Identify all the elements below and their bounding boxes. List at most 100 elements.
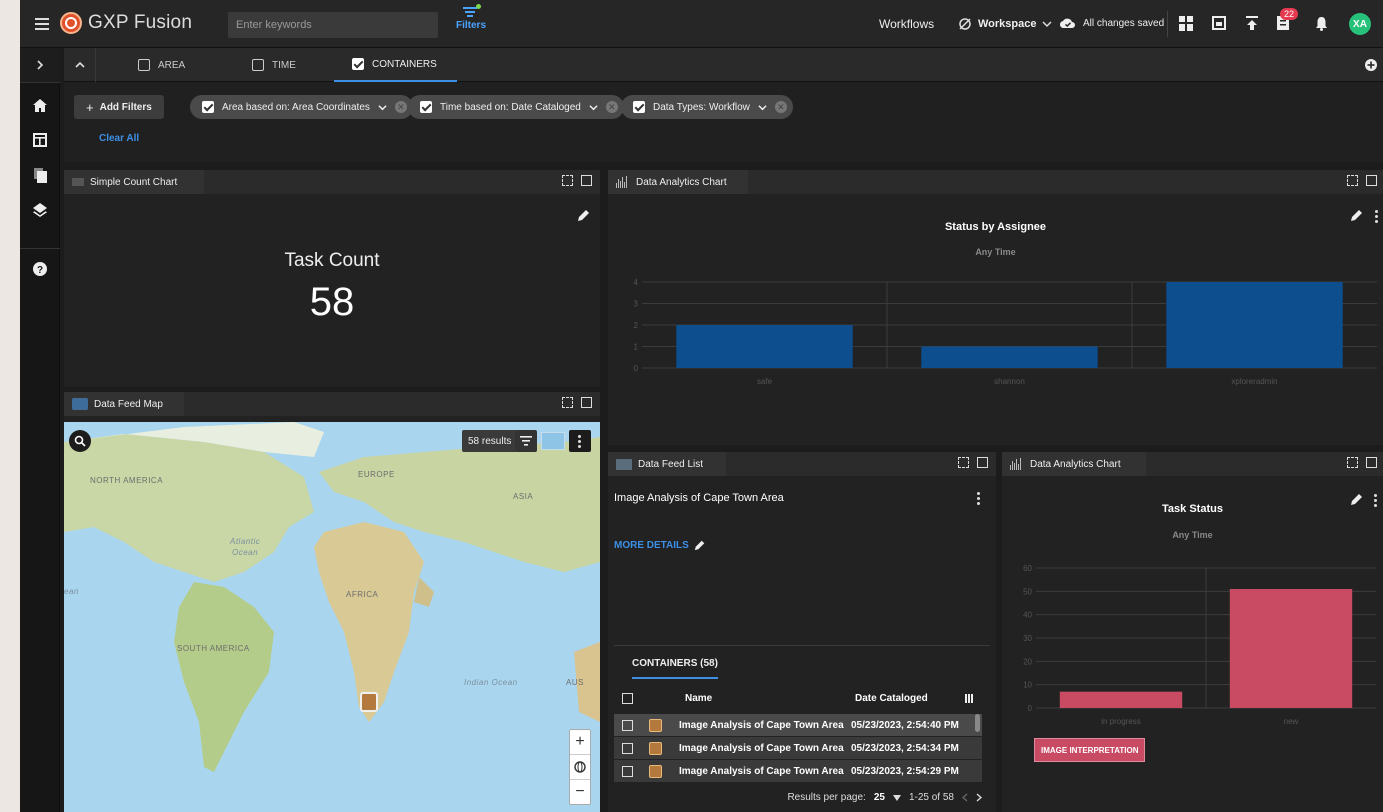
y-tick-label: 30 xyxy=(1023,634,1032,643)
remove-chip-icon[interactable]: ✕ xyxy=(394,101,407,113)
save-status-label: All changes saved xyxy=(1083,17,1165,29)
upload-icon[interactable] xyxy=(1246,16,1258,30)
time-checkbox[interactable] xyxy=(252,59,264,71)
map-label: Ocean xyxy=(232,548,259,557)
filters-button[interactable]: Filters xyxy=(456,4,486,31)
tab-containers[interactable]: CONTAINERS xyxy=(334,48,457,82)
workspace-dropdown[interactable]: Workspace xyxy=(957,16,1052,32)
remove-chip-icon[interactable]: ✕ xyxy=(605,101,618,113)
basemap-thumbnail[interactable] xyxy=(541,432,565,450)
tab-time[interactable]: TIME xyxy=(252,48,296,82)
bell-icon[interactable] xyxy=(1315,16,1328,31)
area-checkbox[interactable] xyxy=(138,59,150,71)
panel-tab[interactable]: Data Feed Map xyxy=(64,392,184,416)
map-label: NORTH AMERICA xyxy=(90,476,164,485)
popout-icon[interactable] xyxy=(1366,457,1377,468)
globe-icon[interactable] xyxy=(570,755,590,780)
expand-icon[interactable] xyxy=(562,397,573,408)
x-tick-label: shannon xyxy=(994,377,1025,386)
home-icon[interactable] xyxy=(20,88,60,122)
clear-all-link[interactable]: Clear All xyxy=(99,133,139,144)
add-filters-button[interactable]: + Add Filters xyxy=(74,95,164,119)
remove-chip-icon[interactable]: ✕ xyxy=(774,101,787,113)
table-row[interactable]: Image Analysis of Cape Town Area 05/23/20… xyxy=(614,737,982,759)
panel-controls xyxy=(958,457,988,468)
zoom-out-icon[interactable]: − xyxy=(570,780,590,804)
dashboard-icon[interactable] xyxy=(20,123,60,157)
containers-checkbox[interactable] xyxy=(352,58,364,70)
world-map[interactable]: NORTH AMERICA EUROPE ASIA Atlantic Ocean… xyxy=(64,422,600,812)
add-circle-icon[interactable] xyxy=(1365,48,1377,82)
tab-area-label: AREA xyxy=(158,59,186,71)
chart-icon xyxy=(72,178,84,186)
chip-checkbox[interactable] xyxy=(633,101,645,113)
row-checkbox[interactable] xyxy=(622,742,633,754)
more-options-icon[interactable] xyxy=(977,492,981,505)
popout-icon[interactable] xyxy=(581,175,592,186)
search-input[interactable] xyxy=(228,12,438,38)
row-checkbox[interactable] xyxy=(622,719,633,731)
prev-page-icon[interactable] xyxy=(962,793,968,802)
map-label: Indian Ocean xyxy=(464,678,518,687)
chip-checkbox[interactable] xyxy=(202,101,214,113)
panel-tab[interactable]: Data Feed List xyxy=(608,452,726,476)
user-avatar[interactable]: XA xyxy=(1349,13,1371,35)
map-label: ean xyxy=(64,587,79,596)
feed-item-title[interactable]: Image Analysis of Cape Town Area xyxy=(614,492,784,504)
popout-icon[interactable] xyxy=(1366,175,1377,186)
documents-icon[interactable] xyxy=(20,158,60,192)
map-label: AUS xyxy=(566,678,584,687)
container-thumb-icon xyxy=(649,764,662,778)
expand-icon[interactable] xyxy=(1347,457,1358,468)
expand-icon[interactable] xyxy=(1347,175,1358,186)
edit-pencil-icon[interactable] xyxy=(1350,208,1364,222)
select-all-checkbox[interactable] xyxy=(622,692,633,704)
expand-icon[interactable] xyxy=(562,175,573,186)
panel-tab-label: Data Feed List xyxy=(638,458,704,470)
app-logo[interactable]: GXP Fusion xyxy=(60,12,192,34)
workflows-link[interactable]: Workflows xyxy=(879,17,934,31)
filter-chip-time[interactable]: Time based on: Date Cataloged ✕ xyxy=(408,95,624,119)
filter-icon xyxy=(463,4,481,18)
more-details-link[interactable]: MORE DETAILS xyxy=(614,539,706,551)
status-by-assignee-chart: 0 1 2 3 4 safe shannon xploreradmin xyxy=(634,278,1377,386)
expand-nav-icon[interactable] xyxy=(20,48,60,82)
filter-chip-area[interactable]: Area based on: Area Coordinates ✕ xyxy=(190,95,413,119)
map-filter-icon[interactable] xyxy=(515,430,537,452)
filter-chip-datatype[interactable]: Data Types: Workflow ✕ xyxy=(621,95,793,119)
legend-item[interactable]: IMAGE INTERPRETATION xyxy=(1034,738,1146,762)
map-marker-icon[interactable] xyxy=(360,692,378,712)
zoom-in-icon[interactable]: + xyxy=(570,730,590,755)
map-search-icon[interactable] xyxy=(69,430,91,452)
edit-pencil-icon[interactable] xyxy=(577,208,591,222)
popout-icon[interactable] xyxy=(581,397,592,408)
popout-icon[interactable] xyxy=(977,457,988,468)
table-row[interactable]: Image Analysis of Cape Town Area 05/23/20… xyxy=(614,714,982,736)
tasks-button[interactable]: 22 xyxy=(1276,8,1298,30)
panel-tab[interactable]: Simple Count Chart xyxy=(64,170,204,194)
panel-tab[interactable]: Data Analytics Chart xyxy=(1002,452,1146,476)
row-checkbox[interactable] xyxy=(622,765,633,777)
task-status-chart: 0 10 20 30 40 50 60 in progress new xyxy=(1023,564,1376,726)
caret-down-icon[interactable] xyxy=(892,794,901,801)
collapse-filters-icon[interactable] xyxy=(64,48,96,82)
expand-icon[interactable] xyxy=(958,457,969,468)
panel-tab[interactable]: Data Analytics Chart xyxy=(608,170,748,194)
chip-checkbox[interactable] xyxy=(420,101,432,113)
per-page-label: Results per page: xyxy=(787,792,866,803)
help-icon[interactable]: ? xyxy=(20,252,60,286)
tab-area[interactable]: AREA xyxy=(138,48,185,82)
gallery-icon[interactable] xyxy=(1212,16,1226,30)
x-tick-label: in progress xyxy=(1101,717,1141,726)
layers-icon[interactable] xyxy=(20,193,60,227)
hamburger-menu-icon[interactable] xyxy=(34,14,50,34)
per-page-select[interactable]: 25 xyxy=(874,792,885,803)
table-scrollbar[interactable] xyxy=(975,714,980,732)
next-page-icon[interactable] xyxy=(976,793,982,802)
map-more-icon[interactable] xyxy=(569,430,591,452)
table-row[interactable]: Image Analysis of Cape Town Area 05/23/20… xyxy=(614,760,982,782)
share-icon[interactable] xyxy=(1179,16,1193,31)
chart-subtitle: Any Time xyxy=(975,247,1016,257)
columns-icon[interactable] xyxy=(965,693,973,703)
containers-tab[interactable]: CONTAINERS (58) xyxy=(632,658,718,679)
